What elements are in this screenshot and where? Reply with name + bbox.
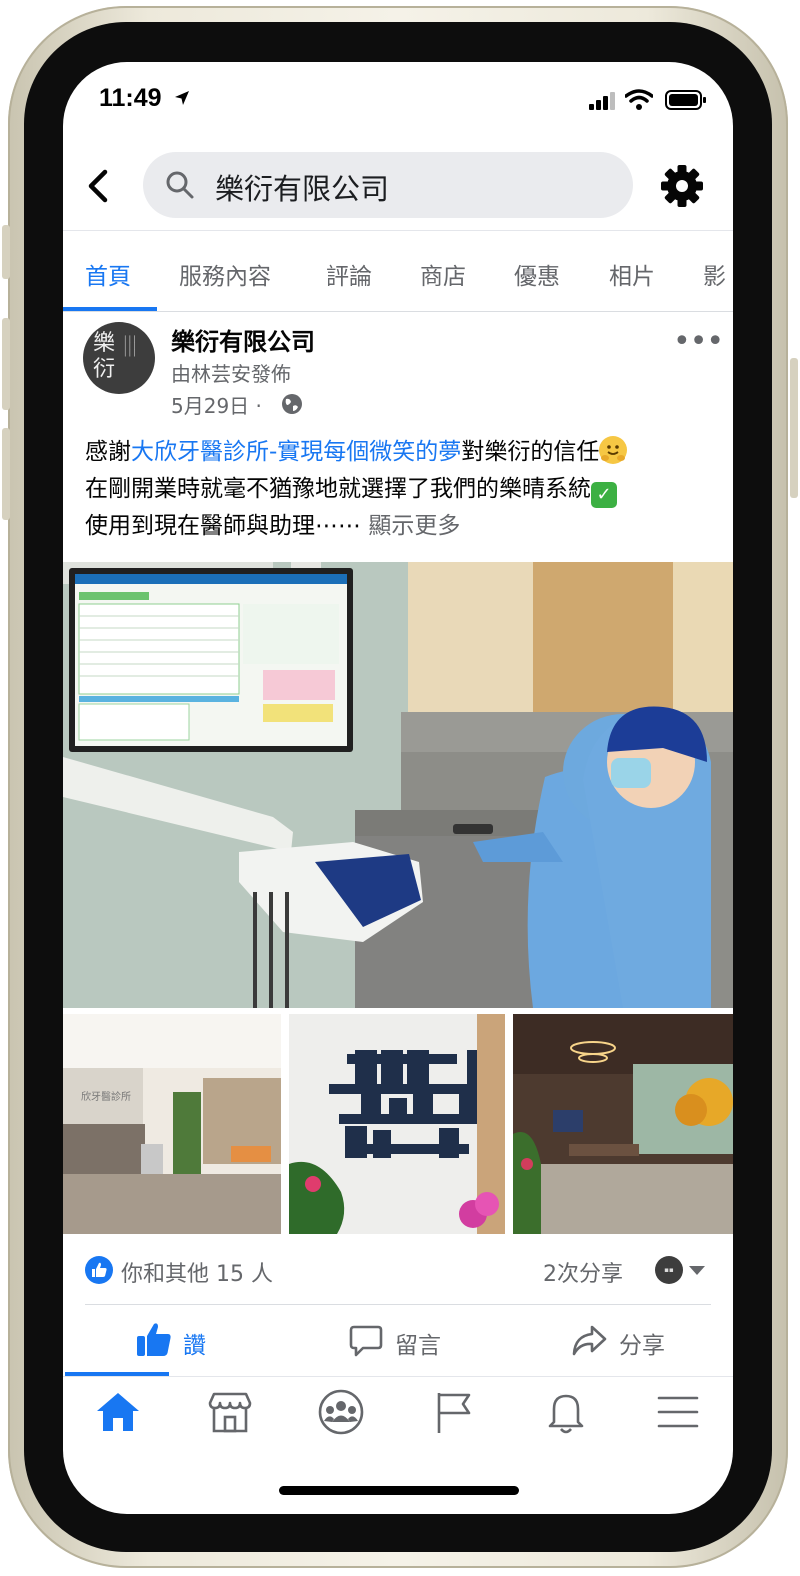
volume-up-button: [2, 318, 10, 410]
post-header: 樂衍 ▏▏▏ ▏▏▏ ▏▏▏ 樂衍有限公司 由林芸安發佈 5月29日 · •••: [63, 312, 733, 422]
share-button[interactable]: 分享: [571, 1306, 691, 1376]
more-icon[interactable]: •••: [673, 327, 724, 357]
doctor-wall-photo: [289, 1014, 505, 1234]
post-photo-wall[interactable]: [289, 1014, 505, 1234]
clinic-sign-text: 欣牙醫診所: [81, 1090, 131, 1103]
share-label: 分享: [619, 1333, 665, 1359]
avatar-logo-text: 樂衍: [93, 331, 116, 382]
post-text-prefix: 感謝: [85, 439, 131, 465]
like-label: 讚: [183, 1333, 206, 1359]
active-tab-indicator: [63, 307, 157, 311]
divider: [85, 1304, 711, 1305]
nav-home[interactable]: [93, 1389, 143, 1435]
tab-shop[interactable]: 商店: [420, 257, 466, 291]
wifi-icon: [625, 89, 653, 110]
post-text-line-1: 感謝大欣牙醫診所-實現每個微笑的夢對樂衍的信任: [85, 434, 725, 471]
post-text-line-2-text: 在剛開業時就毫不猶豫地就選擇了我們的樂晴系統: [85, 476, 591, 502]
post-text-line-2: 在剛開業時就毫不猶豫地就選擇了我們的樂晴系統 ✓: [85, 471, 725, 508]
clinic-lounge-photo: [513, 1014, 733, 1234]
post-photo-lounge[interactable]: [513, 1014, 733, 1234]
bottom-nav: [63, 1376, 733, 1447]
comment-icon: [349, 1325, 383, 1357]
nav-menu[interactable]: [653, 1389, 703, 1435]
post-text-suffix: 對樂衍的信任: [461, 439, 600, 465]
location-arrow-icon: [175, 91, 189, 105]
post-date[interactable]: 5月29日 ·: [171, 390, 262, 419]
post-author[interactable]: 樂衍有限公司: [171, 322, 315, 357]
search-input[interactable]: 樂衍有限公司: [143, 152, 633, 218]
nav-groups[interactable]: [316, 1389, 366, 1435]
post-date-text: 5月29日: [171, 394, 250, 418]
power-button: [790, 358, 798, 498]
tab-home[interactable]: 首頁: [85, 257, 131, 291]
home-indicator[interactable]: [279, 1486, 519, 1495]
page-tabs: 首頁 服務內容 評論 商店 優惠 相片 影: [63, 230, 733, 312]
share-icon: [572, 1325, 607, 1356]
post-text-line-3: 使用到現在醫師與助理⋯⋯ 顯示更多: [85, 508, 725, 545]
posted-by: 由林芸安發佈: [171, 362, 291, 386]
battery-icon: [665, 90, 706, 110]
hugging-face-emoji-icon: [599, 436, 628, 464]
mention-link[interactable]: 大欣牙醫診所-實現每個微笑的夢: [131, 439, 461, 465]
reactions-count[interactable]: 你和其他 15 人: [121, 1256, 273, 1288]
see-more-link[interactable]: 顯示更多: [368, 513, 460, 539]
post-photo-lobby[interactable]: 欣牙醫診所: [63, 1014, 281, 1234]
volume-down-button: [2, 428, 10, 520]
avatar-logo-mark: ▏▏▏ ▏▏▏ ▏▏▏: [125, 336, 139, 357]
share-count[interactable]: 2次分享: [543, 1256, 623, 1288]
cellular-signal-icon: [589, 92, 615, 110]
groups-icon: [318, 1389, 364, 1435]
check-mark-emoji-icon: ✓: [591, 482, 617, 508]
tab-offers[interactable]: 優惠: [514, 257, 560, 291]
menu-icon: [657, 1396, 699, 1428]
chevron-down-icon[interactable]: [689, 1266, 705, 1275]
nav-pages[interactable]: [429, 1389, 479, 1435]
comment-label: 留言: [395, 1333, 441, 1359]
screen: 11:49 樂衍有限公司 首頁 服務內容 評論 商店 優惠 相片 影 樂衍 ▏▏…: [63, 62, 733, 1514]
reactions-bar: 你和其他 15 人 2次分享 ▪▪: [63, 1242, 733, 1304]
like-button[interactable]: 讚: [135, 1306, 245, 1376]
tab-photos[interactable]: 相片: [609, 257, 655, 291]
nav-marketplace[interactable]: [205, 1389, 255, 1435]
search-row: 樂衍有限公司: [63, 142, 733, 230]
gear-icon[interactable]: [659, 163, 705, 209]
like-reaction-icon: [85, 1256, 113, 1284]
search-query: 樂衍有限公司: [215, 172, 390, 206]
share-as-avatar[interactable]: ▪▪: [655, 1256, 683, 1284]
bell-icon: [548, 1394, 584, 1434]
comment-button[interactable]: 留言: [349, 1306, 469, 1376]
mute-switch: [2, 225, 10, 279]
clinic-lobby-photo: 欣牙醫診所: [63, 1014, 281, 1234]
status-time: 11:49: [99, 84, 162, 112]
tab-reviews[interactable]: 評論: [326, 257, 372, 291]
back-chevron-icon[interactable]: [83, 166, 113, 206]
post-actions: 讚 留言 分享: [63, 1306, 733, 1376]
post-photo-grid: 欣牙醫診所: [63, 1014, 733, 1234]
post-text: 感謝大欣牙醫診所-實現每個微笑的夢對樂衍的信任 在剛開業時就毫不猶豫地就選擇了我…: [85, 434, 725, 545]
dental-clinic-photo: [63, 562, 733, 1008]
avatar[interactable]: 樂衍 ▏▏▏ ▏▏▏ ▏▏▏: [83, 322, 155, 394]
pages-flag-icon: [437, 1393, 471, 1433]
search-icon: [166, 171, 194, 199]
nav-notifications[interactable]: [541, 1389, 591, 1435]
post-text-line-3-text: 使用到現在醫師與助理⋯⋯: [85, 513, 369, 539]
tab-services[interactable]: 服務內容: [179, 257, 271, 291]
like-icon: [137, 1323, 171, 1356]
globe-icon: [282, 394, 302, 414]
marketplace-icon: [208, 1392, 252, 1433]
tab-videos[interactable]: 影: [703, 257, 726, 291]
post-photo-main[interactable]: [63, 562, 733, 1008]
home-icon: [97, 1393, 139, 1431]
status-bar: 11:49: [63, 62, 733, 142]
